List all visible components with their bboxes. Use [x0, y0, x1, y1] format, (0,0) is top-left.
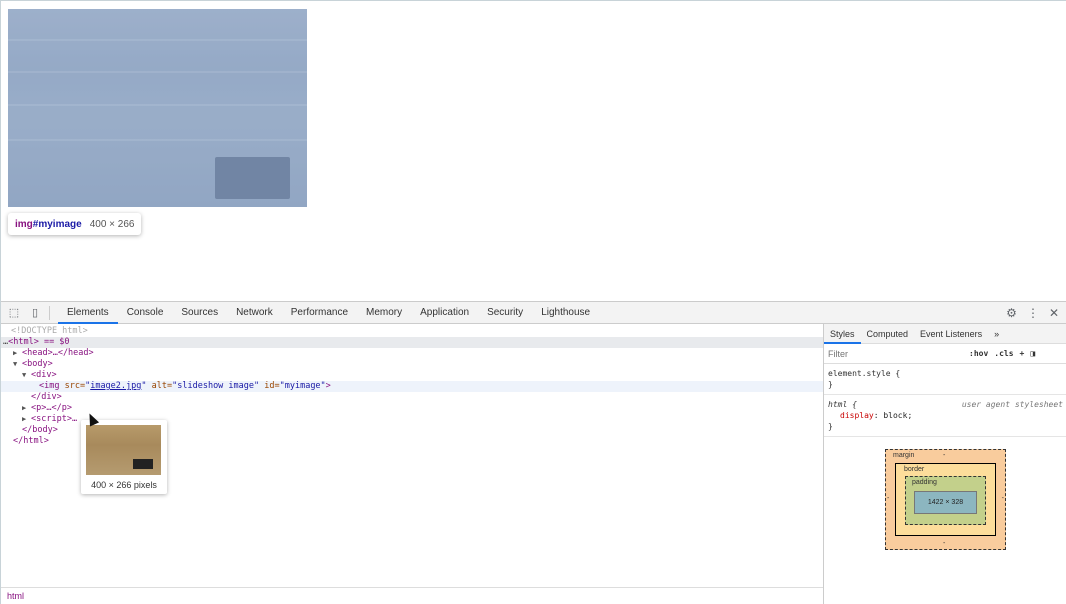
tab-sources[interactable]: Sources: [172, 302, 227, 324]
rule-property: display: [840, 411, 874, 420]
device-toolbar-icon[interactable]: ▯: [27, 306, 43, 320]
expand-triangle-icon[interactable]: ▶: [22, 414, 31, 425]
highlighted-image[interactable]: [8, 9, 307, 207]
img-src-attr: src=: [64, 381, 86, 391]
img-alt-attr: alt=: [151, 381, 173, 391]
tooltip-id: #myimage: [32, 218, 82, 230]
styles-tabbar: Styles Computed Event Listeners »: [824, 324, 1066, 344]
cls-toggle[interactable]: .cls: [994, 349, 1013, 358]
tab-console[interactable]: Console: [118, 302, 173, 324]
element-tooltip: img#myimage 400 × 266: [8, 213, 142, 235]
tooltip-selector: img#myimage: [15, 219, 82, 230]
add-rule-icon[interactable]: +: [1020, 349, 1025, 358]
page-viewport: img#myimage 400 × 266: [1, 1, 1066, 301]
box-model-content[interactable]: 1422 × 328: [914, 491, 977, 514]
body-node-label: <body>: [22, 359, 53, 369]
html-rule-close: }: [828, 422, 833, 431]
styles-filter-bar: :hov .cls + ◨: [824, 344, 1066, 364]
img-id-value: "myimage": [279, 381, 326, 391]
browser-window: img#myimage 400 × 266 ⬚ ▯ Elements Conso…: [0, 0, 1066, 604]
box-model-border[interactable]: border padding 1422 × 328: [895, 463, 996, 536]
box-model-margin-label: margin: [893, 452, 915, 459]
img-src-link[interactable]: image2.jpg: [90, 381, 141, 391]
devtools-tabbar: ⬚ ▯ Elements Console Sources Network Per…: [1, 302, 1066, 324]
close-icon[interactable]: ✕: [1049, 306, 1059, 320]
margin-bottom-value: -: [943, 540, 946, 547]
expand-triangle-icon[interactable]: ▶: [22, 403, 31, 414]
tab-memory[interactable]: Memory: [357, 302, 411, 324]
element-style-close: }: [828, 380, 833, 389]
expand-triangle-icon[interactable]: ▶: [13, 348, 22, 359]
image-preview-popup: 400 × 266 pixels: [81, 420, 167, 494]
img-node[interactable]: <img src="image2.jpg" alt="slideshow ima…: [1, 381, 823, 392]
inspect-element-icon[interactable]: ⬚: [6, 306, 22, 320]
devtools-actions: ⚙ ⋮ ✕: [1006, 306, 1066, 320]
tooltip-size: 400 × 266: [89, 218, 135, 230]
p-node[interactable]: ▶ <p>…</p>: [22, 403, 72, 414]
tab-lighthouse[interactable]: Lighthouse: [532, 302, 599, 324]
tab-performance[interactable]: Performance: [282, 302, 357, 324]
div-node-label: <div>: [31, 370, 57, 380]
tabbar-divider: [49, 305, 50, 320]
margin-top-value: -: [943, 452, 946, 459]
tooltip-tag: img: [15, 218, 33, 230]
box-model-diagram: margin - border padding 1422 × 328 - - -: [885, 449, 1006, 550]
margin-right-value: -: [1001, 495, 1004, 502]
img-id-attr: id=: [264, 381, 280, 391]
tab-styles[interactable]: Styles: [824, 324, 861, 344]
rule-origin: user agent stylesheet: [961, 400, 1063, 409]
image-thumbnail: [86, 425, 161, 475]
tab-event-listeners[interactable]: Event Listeners: [914, 324, 988, 344]
settings-gear-icon[interactable]: ⚙: [1006, 306, 1017, 320]
doctype-node[interactable]: <!DOCTYPE html>: [11, 326, 88, 337]
img-tag: <img: [39, 381, 65, 391]
tab-elements[interactable]: Elements: [58, 302, 118, 324]
inspect-highlight-overlay: [8, 9, 307, 207]
tab-application[interactable]: Application: [411, 302, 478, 324]
img-alt-value: "slideshow image": [172, 381, 260, 391]
element-style-selector: element.style {: [828, 369, 901, 378]
p-node-label: <p>…</p>: [31, 403, 72, 413]
html-close-node[interactable]: </html>: [13, 436, 49, 447]
devtools-panel: ⬚ ▯ Elements Console Sources Network Per…: [1, 301, 1066, 604]
collapse-triangle-icon[interactable]: ▼: [13, 359, 22, 370]
element-style-rule[interactable]: element.style { }: [824, 364, 1066, 395]
styles-filter-input[interactable]: [828, 348, 963, 359]
box-model-border-label: border: [904, 466, 925, 473]
box-model-padding[interactable]: padding 1422 × 328: [905, 476, 986, 525]
tab-computed[interactable]: Computed: [861, 324, 915, 344]
div-node[interactable]: ▼ <div>: [22, 370, 57, 381]
div-close-node[interactable]: </div>: [31, 392, 62, 403]
box-model-padding-label: padding: [912, 479, 937, 486]
html-node-label: <html> == $0: [8, 337, 70, 347]
script-node[interactable]: ▶ <script>…: [22, 414, 77, 425]
head-node-label: <head>…</head>: [22, 348, 94, 358]
more-options-icon[interactable]: ⋮: [1027, 306, 1039, 320]
hov-toggle[interactable]: :hov: [969, 349, 988, 358]
tab-security[interactable]: Security: [478, 302, 532, 324]
rule-value: block;: [883, 411, 913, 420]
head-node[interactable]: ▶ <head>…</head>: [13, 348, 94, 359]
image-preview-caption: 400 × 266 pixels: [91, 480, 157, 490]
html-ua-rule[interactable]: html { user agent stylesheet display: bl…: [824, 395, 1066, 437]
script-node-label: <script>…: [31, 414, 78, 424]
elements-tree: <!DOCTYPE html> …<html> == $0 ▶ <head>…</…: [1, 324, 823, 586]
margin-left-value: -: [887, 495, 890, 502]
body-node[interactable]: ▼ <body>: [13, 359, 53, 370]
breadcrumb: html: [1, 587, 823, 604]
styles-pane: Styles Computed Event Listeners » :hov .…: [823, 324, 1066, 604]
breadcrumb-html[interactable]: html: [7, 591, 24, 601]
html-node-selected[interactable]: …<html> == $0: [1, 337, 823, 348]
body-close-node[interactable]: </body>: [22, 425, 58, 436]
tab-network[interactable]: Network: [227, 302, 282, 324]
collapse-triangle-icon[interactable]: ▼: [22, 370, 31, 381]
toggle-sidebar-icon[interactable]: ◨: [1030, 349, 1035, 358]
img-tag-end: >: [325, 381, 331, 391]
more-tabs-icon[interactable]: »: [988, 324, 1005, 344]
